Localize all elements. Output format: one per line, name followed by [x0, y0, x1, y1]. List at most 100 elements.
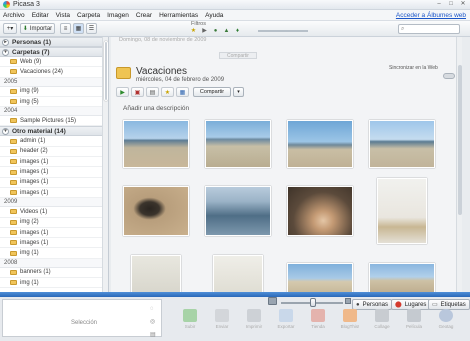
photo-thumbnail[interactable] [287, 120, 353, 168]
folder-label: banners (1) [20, 269, 51, 276]
minimize-icon[interactable]: – [434, 1, 444, 8]
sidebar-scrollbar[interactable] [102, 37, 108, 292]
geotag-filter-icon[interactable]: ♦ [234, 27, 241, 34]
upload-button[interactable]: ▦ [176, 87, 189, 97]
folder-item[interactable]: images (1) [0, 178, 108, 188]
folder-item[interactable]: Web (9) [0, 57, 108, 68]
folder-item[interactable]: img (2) [0, 218, 108, 228]
scrollbar-thumb[interactable] [104, 41, 108, 101]
collapse-icon[interactable]: ▾ [2, 48, 9, 56]
folder-label: admin (1) [20, 138, 46, 145]
new-folder-button[interactable]: +▾ [3, 23, 17, 34]
folder-item[interactable]: images (1) [0, 167, 108, 178]
photo-thumbnail[interactable] [205, 186, 271, 236]
photo-thumbnail[interactable] [287, 186, 353, 236]
thumbnail-large-icon [345, 298, 351, 304]
tags-tab-label: Etiquetas [440, 301, 466, 308]
expand-icon[interactable]: ▸ [2, 38, 9, 46]
folder-item[interactable]: admin (1) [0, 136, 108, 147]
view-tree-button[interactable]: ☰ [86, 23, 97, 34]
folder-item[interactable]: img (9) [0, 87, 108, 97]
share-dropdown-button[interactable]: ▾ [233, 87, 244, 97]
scrollbar-thumb[interactable] [458, 65, 462, 215]
add-description-link[interactable]: Añadir una descripción [123, 105, 189, 112]
shop-action-button[interactable]: Tienda [305, 309, 331, 335]
date-filter-slider[interactable] [258, 30, 308, 32]
photo-thumbnail[interactable] [369, 120, 435, 168]
folder-item[interactable]: images (1) [0, 157, 108, 168]
photo-thumbnail[interactable] [123, 186, 189, 236]
web-albums-sign-in-link[interactable]: Acceder a Álbumes web [396, 12, 466, 19]
star-button[interactable]: ★ [161, 87, 174, 97]
library-scrollbar[interactable] [456, 37, 462, 292]
action-label: BlogThis! [340, 324, 360, 329]
sync-web-toggle[interactable] [443, 73, 455, 79]
menu-carpeta[interactable]: Carpeta [77, 12, 100, 19]
collage-button[interactable]: ▣ [131, 87, 144, 97]
folder-item[interactable]: img (5) [0, 97, 108, 108]
previous-album-share-button[interactable]: Compartir [219, 52, 257, 59]
star-filter-icon[interactable]: ★ [190, 27, 197, 34]
hold-icon[interactable]: ◌ [150, 306, 156, 312]
action-label: Tienda [311, 324, 325, 329]
email-action-button[interactable]: Enviar [209, 309, 235, 335]
photo-thumbnail[interactable] [123, 120, 189, 168]
photo-thumbnail[interactable] [205, 120, 271, 168]
import-button[interactable]: ⬇ Importar [20, 23, 55, 34]
search-input[interactable]: ⌕ [398, 24, 460, 34]
clear-icon[interactable]: ◎ [150, 318, 156, 325]
share-button[interactable]: Compartir [193, 87, 231, 97]
photo-thumbnail[interactable] [213, 255, 263, 292]
print-action-button[interactable]: Imprimir [241, 309, 267, 335]
folder-item[interactable]: banners (1) [0, 268, 108, 279]
movie-icon [407, 309, 421, 322]
collage-action-button[interactable]: Collage [369, 309, 395, 335]
add-to-icon[interactable]: ▤ [150, 331, 156, 338]
collapse-icon[interactable]: ▾ [2, 127, 9, 135]
folder-item[interactable]: images (1) [0, 228, 108, 239]
menu-archivo[interactable]: Archivo [3, 12, 25, 19]
folder-label: images (1) [20, 229, 49, 236]
view-thumbnails-button[interactable]: ▦ [73, 23, 84, 34]
group-otro-material[interactable]: ▾ Otro material (14) [0, 126, 108, 137]
movie-button[interactable]: ▤ [146, 87, 159, 97]
group-personas[interactable]: ▸ Personas (1) [0, 37, 108, 47]
menu-editar[interactable]: Editar [32, 12, 49, 19]
folder-item[interactable]: images (1) [0, 238, 108, 249]
export-action-button[interactable]: Exportar [273, 309, 299, 335]
album-title[interactable]: Vacaciones [136, 66, 187, 77]
menu-crear[interactable]: Crear [136, 12, 152, 19]
menu-herramientas[interactable]: Herramientas [159, 12, 198, 19]
close-icon[interactable]: ✕ [458, 1, 468, 8]
photo-thumbnail[interactable] [131, 255, 181, 292]
folder-item[interactable]: Videos (1) [0, 207, 108, 218]
action-label: Enviar [215, 324, 229, 329]
upload-action-button[interactable]: Subir [177, 309, 203, 335]
menu-ayuda[interactable]: Ayuda [205, 12, 223, 19]
action-label: Geotag [438, 324, 454, 329]
thumbnail-size-slider-knob[interactable] [310, 298, 316, 307]
folder-item[interactable]: Sample Pictures (15) [0, 116, 108, 127]
uploaded-filter-icon[interactable]: ▲ [223, 27, 230, 34]
folder-item[interactable]: header (2) [0, 147, 108, 158]
view-list-button[interactable]: ≡ [60, 23, 71, 34]
group-label: Carpetas (7) [12, 48, 50, 56]
folder-item[interactable]: Vacaciones (24) [0, 67, 108, 78]
blog-action-button[interactable]: BlogThis! [337, 309, 363, 335]
photo-thumbnail[interactable] [377, 178, 427, 244]
video-filter-icon[interactable]: ▶ [201, 27, 208, 34]
photo-thumbnail[interactable] [287, 263, 353, 292]
photo-thumbnail[interactable] [369, 263, 435, 292]
movie-action-button[interactable]: Película [401, 309, 427, 335]
maximize-icon[interactable]: □ [446, 1, 456, 8]
folder-item[interactable]: img (1) [0, 248, 108, 259]
menu-imagen[interactable]: Imagen [107, 12, 129, 19]
folder-item[interactable]: images (1) [0, 188, 108, 199]
play-slideshow-button[interactable]: ▶ [116, 87, 129, 97]
geotag-action-button[interactable]: Geotag [433, 309, 459, 335]
upload-icon [183, 309, 197, 322]
people-filter-icon[interactable]: ● [212, 27, 219, 34]
folder-item[interactable]: img (1) [0, 278, 108, 289]
group-carpetas[interactable]: ▾ Carpetas (7) [0, 47, 108, 57]
menu-vista[interactable]: Vista [56, 12, 70, 19]
